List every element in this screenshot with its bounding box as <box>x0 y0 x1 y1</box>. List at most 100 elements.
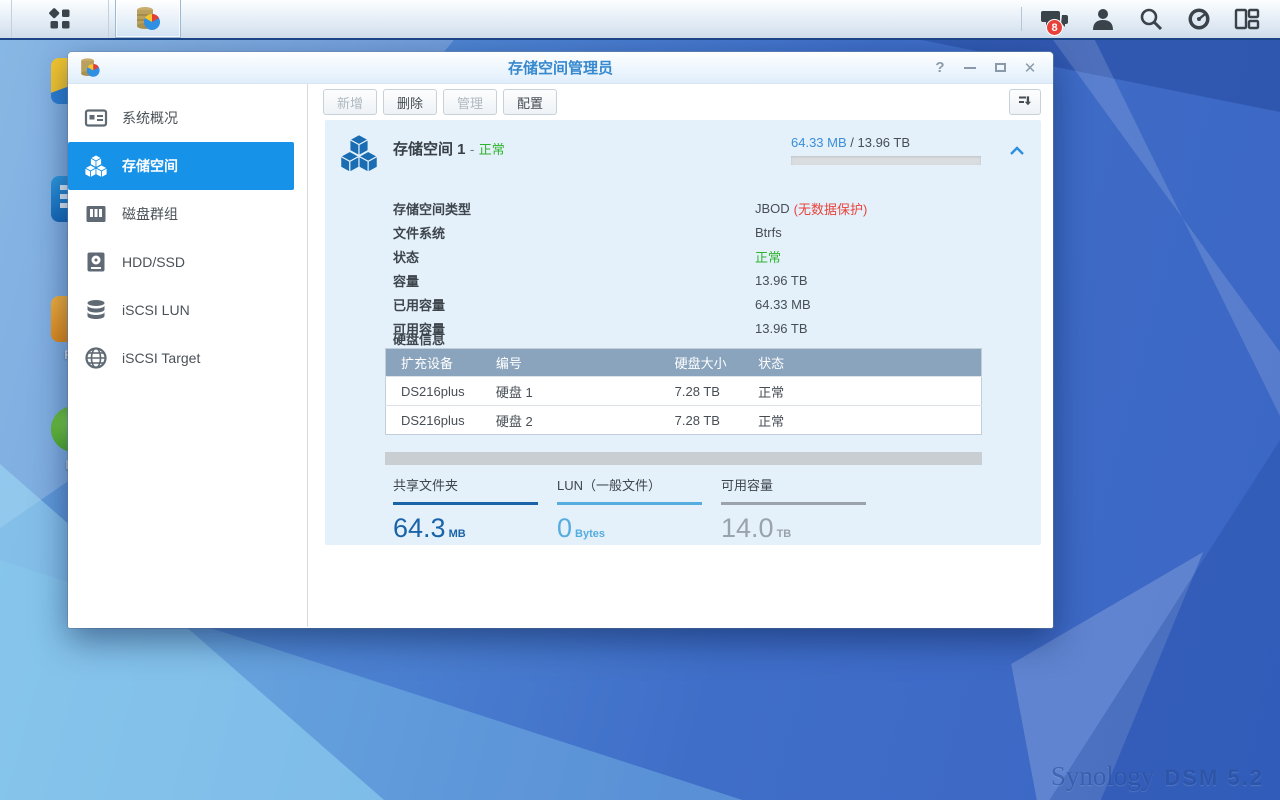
stat-rule <box>393 502 538 505</box>
resource-monitor-button[interactable] <box>1180 2 1218 36</box>
volume-header[interactable]: 存储空间 1 - 正常 64.33 MB / 13.96 TB <box>325 120 1041 173</box>
stat-lun: LUN（一般文件） 0Bytes <box>557 475 702 544</box>
stat-unit: Bytes <box>575 528 605 540</box>
stat-value: 0 <box>557 513 572 543</box>
notifications-button[interactable]: 8 <box>1036 2 1074 36</box>
volume-cubes-icon <box>84 154 108 178</box>
detail-value: 13.96 TB <box>755 321 808 336</box>
maximize-button[interactable] <box>989 58 1011 78</box>
sidebar-item-label: 系统概况 <box>122 108 178 128</box>
cell-size: 7.28 TB <box>660 377 743 406</box>
sidebar: 系统概况 存储空间 磁盘群组 <box>68 84 308 627</box>
detail-row: 可用容量 13.96 TB <box>393 316 867 340</box>
hdd-icon <box>84 250 108 274</box>
user-menu-button[interactable] <box>1084 2 1122 36</box>
usage-total: / 13.96 TB <box>847 135 910 150</box>
cell-size: 7.28 TB <box>660 406 743 435</box>
main-content: 新增 删除 管理 配置 <box>308 84 1053 627</box>
create-button[interactable]: 新增 <box>323 89 377 115</box>
stat-label: LUN（一般文件） <box>557 475 702 502</box>
taskbar-spacer <box>0 0 12 38</box>
detail-row: 存储空间类型 JBOD (无数据保护) <box>393 196 867 220</box>
detail-label: 容量 <box>393 271 755 290</box>
detail-value: 正常 <box>755 247 781 266</box>
detail-label: 存储空间类型 <box>393 199 755 218</box>
stat-label: 共享文件夹 <box>393 475 538 502</box>
volume-details: 存储空间类型 JBOD (无数据保护) 文件系统 Btrfs 状态 正常 容量 <box>393 196 867 340</box>
detail-label: 可用容量 <box>393 319 755 338</box>
stat-unit: MB <box>449 528 466 540</box>
dsm-watermark: Synology DSM 5.2 <box>1051 761 1264 792</box>
stat-shared-folders: 共享文件夹 64.3MB <box>393 475 538 544</box>
iscsi-lun-icon <box>84 298 108 322</box>
close-button[interactable]: ✕ <box>1019 58 1041 78</box>
storage-manager-icon <box>133 4 163 34</box>
configure-button[interactable]: 配置 <box>503 89 557 115</box>
search-icon <box>1138 6 1164 32</box>
sidebar-item-overview[interactable]: 系统概况 <box>68 94 294 142</box>
column-header: 状态 <box>743 349 981 377</box>
taskbar-tray: 8 <box>1021 0 1280 38</box>
volume-cubes-icon-large <box>339 133 379 173</box>
sidebar-item-disk-group[interactable]: 磁盘群组 <box>68 190 294 238</box>
main-menu-button[interactable] <box>12 0 109 38</box>
search-button[interactable] <box>1132 2 1170 36</box>
pilot-view-button[interactable] <box>1228 2 1266 36</box>
status-separator: - <box>470 142 474 157</box>
table-row[interactable]: DS216plus 硬盘 1 7.28 TB 正常 <box>386 377 982 406</box>
stat-rule <box>721 502 866 505</box>
collapse-chevron-icon[interactable] <box>1009 146 1025 156</box>
volume-panel: 存储空间 1 - 正常 64.33 MB / 13.96 TB <box>325 120 1041 545</box>
cell-device: DS216plus <box>386 377 481 406</box>
sidebar-item-label: 存储空间 <box>122 156 178 176</box>
cell-slot: 硬盘 2 <box>481 406 660 435</box>
tray-separator <box>1021 7 1022 31</box>
sidebar-item-hdd-ssd[interactable]: HDD/SSD <box>68 238 294 286</box>
sidebar-item-label: iSCSI Target <box>122 350 200 366</box>
dsm-version: DSM 5.2 <box>1164 765 1264 791</box>
gauge-icon <box>1186 6 1212 32</box>
detail-value: 64.33 MB <box>755 297 811 312</box>
storage-manager-task-button[interactable] <box>115 0 181 38</box>
table-header-row: 扩充设备 编号 硬盘大小 状态 <box>386 349 982 377</box>
sidebar-item-iscsi-lun[interactable]: iSCSI LUN <box>68 286 294 334</box>
sidebar-item-iscsi-target[interactable]: iSCSI Target <box>68 334 294 382</box>
stat-label: 可用容量 <box>721 475 866 502</box>
stat-unit: TB <box>777 528 792 540</box>
disk-info-title: 硬盘信息 <box>393 329 445 348</box>
detail-label: 状态 <box>393 247 755 266</box>
delete-button[interactable]: 删除 <box>383 89 437 115</box>
detail-label: 已用容量 <box>393 295 755 314</box>
sidebar-item-label: 磁盘群组 <box>122 204 178 224</box>
window-app-icon <box>78 56 102 80</box>
table-row[interactable]: DS216plus 硬盘 2 7.28 TB 正常 <box>386 406 982 435</box>
minimize-button[interactable] <box>959 58 981 78</box>
column-header: 编号 <box>481 349 660 377</box>
stat-value: 14.0 <box>721 513 774 543</box>
volume-name: 存储空间 1 <box>393 141 466 158</box>
overview-icon <box>84 106 108 130</box>
synology-logo: Synology <box>1051 761 1155 792</box>
sidebar-item-label: iSCSI LUN <box>122 302 190 318</box>
taskbar: 8 <box>0 0 1280 40</box>
detail-value: 13.96 TB <box>755 273 808 288</box>
help-button[interactable]: ? <box>929 58 951 78</box>
window-controls: ? ✕ <box>929 58 1053 78</box>
volume-usage: 64.33 MB / 13.96 TB <box>791 133 981 165</box>
usage-progress-bar <box>791 156 981 165</box>
window-titlebar[interactable]: 存储空间管理员 ? ✕ <box>68 52 1053 84</box>
sidebar-item-volume[interactable]: 存储空间 <box>68 142 294 190</box>
cell-device: DS216plus <box>386 406 481 435</box>
storage-manager-window: 存储空间管理员 ? ✕ 系统概况 <box>68 52 1053 628</box>
detail-value: JBOD <box>755 201 790 216</box>
stat-value: 64.3 <box>393 513 446 543</box>
disk-info-table: 扩充设备 编号 硬盘大小 状态 DS216plus 硬盘 1 7.28 TB 正… <box>385 348 982 435</box>
manage-button[interactable]: 管理 <box>443 89 497 115</box>
main-menu-icon <box>47 6 73 32</box>
volume-status: 正常 <box>479 142 505 157</box>
collapse-all-button[interactable] <box>1009 89 1041 115</box>
detail-label: 文件系统 <box>393 223 755 242</box>
widgets-icon <box>1233 6 1261 32</box>
detail-value: Btrfs <box>755 225 782 240</box>
detail-row: 文件系统 Btrfs <box>393 220 867 244</box>
